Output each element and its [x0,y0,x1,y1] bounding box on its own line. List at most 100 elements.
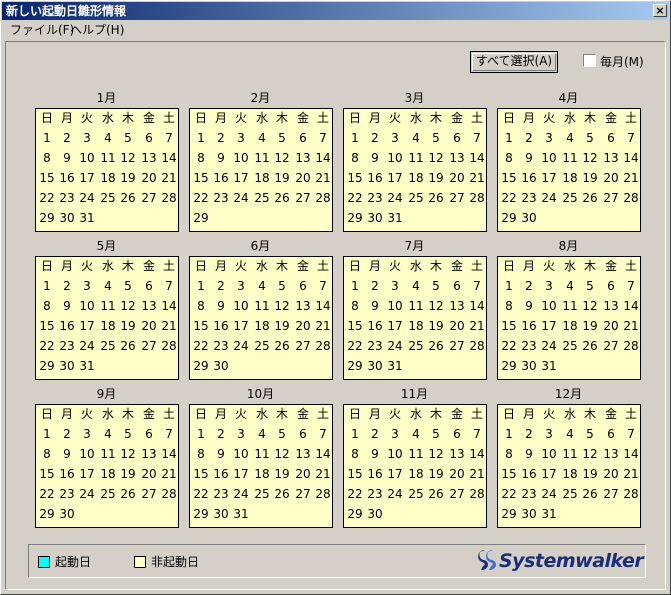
day-cell[interactable]: 14 [313,297,333,315]
weekday-header[interactable]: 火 [539,405,559,423]
day-cell[interactable]: 17 [231,465,251,483]
day-cell[interactable]: 21 [621,465,641,483]
day-cell[interactable]: 27 [293,189,313,207]
day-cell[interactable]: 4 [98,277,118,295]
day-cell[interactable]: 15 [37,317,57,335]
weekday-header[interactable]: 木 [118,257,138,275]
weekday-header[interactable]: 水 [98,405,118,423]
day-cell[interactable]: 24 [231,337,251,355]
day-cell[interactable]: 23 [519,337,539,355]
day-cell[interactable]: 10 [385,445,405,463]
day-cell[interactable]: 17 [385,317,405,335]
day-cell[interactable]: 5 [580,425,600,443]
weekday-header[interactable]: 日 [345,257,365,275]
day-cell[interactable]: 7 [467,129,487,147]
day-cell[interactable]: 21 [313,465,333,483]
weekday-header[interactable]: 金 [293,257,313,275]
day-cell[interactable]: 2 [365,129,385,147]
day-cell[interactable]: 28 [159,485,179,503]
weekday-header[interactable]: 火 [539,109,559,127]
day-cell[interactable]: 26 [426,485,446,503]
weekday-header[interactable]: 日 [37,109,57,127]
day-cell[interactable]: 3 [77,277,97,295]
day-cell[interactable]: 29 [191,357,211,375]
day-cell[interactable]: 30 [365,505,385,523]
day-cell[interactable]: 6 [293,425,313,443]
day-cell[interactable]: 20 [139,169,159,187]
day-cell[interactable]: 15 [37,465,57,483]
day-cell[interactable]: 3 [77,129,97,147]
weekday-header[interactable]: 火 [77,257,97,275]
day-cell[interactable]: 3 [539,277,559,295]
weekday-header[interactable]: 水 [560,405,580,423]
weekday-header[interactable]: 土 [467,109,487,127]
day-cell[interactable]: 14 [467,445,487,463]
day-cell[interactable]: 27 [139,189,159,207]
day-cell[interactable]: 3 [231,425,251,443]
day-cell[interactable]: 20 [447,317,467,335]
day-cell[interactable]: 28 [621,485,641,503]
day-cell[interactable]: 28 [467,189,487,207]
day-cell[interactable]: 12 [118,149,138,167]
day-cell[interactable]: 18 [98,317,118,335]
day-cell[interactable]: 17 [77,317,97,335]
day-cell[interactable]: 24 [77,337,97,355]
day-cell[interactable]: 8 [345,297,365,315]
weekday-header[interactable]: 木 [272,109,292,127]
day-cell[interactable]: 29 [499,505,519,523]
day-cell[interactable]: 27 [139,485,159,503]
day-cell[interactable]: 22 [345,485,365,503]
day-cell[interactable]: 8 [191,297,211,315]
weekday-header[interactable]: 日 [37,257,57,275]
day-cell[interactable]: 8 [499,445,519,463]
day-cell[interactable]: 3 [231,277,251,295]
day-cell[interactable]: 6 [139,425,159,443]
weekday-header[interactable]: 土 [621,109,641,127]
day-cell[interactable]: 28 [467,485,487,503]
weekday-header[interactable]: 日 [191,109,211,127]
weekday-header[interactable]: 金 [601,405,621,423]
day-cell[interactable]: 19 [118,169,138,187]
day-cell[interactable]: 9 [57,297,77,315]
day-cell[interactable]: 20 [293,465,313,483]
day-cell[interactable]: 23 [57,485,77,503]
day-cell[interactable]: 25 [98,485,118,503]
day-cell[interactable]: 25 [406,337,426,355]
day-cell[interactable]: 7 [621,277,641,295]
day-cell[interactable]: 5 [426,129,446,147]
weekday-header[interactable]: 日 [345,405,365,423]
day-cell[interactable]: 2 [57,277,77,295]
day-cell[interactable]: 21 [313,317,333,335]
day-cell[interactable]: 22 [191,485,211,503]
menu-help[interactable]: ヘルプ(H) [68,22,126,38]
day-cell[interactable]: 16 [365,169,385,187]
weekday-header[interactable]: 木 [118,405,138,423]
day-cell[interactable]: 14 [159,297,179,315]
day-cell[interactable]: 13 [139,297,159,315]
day-cell[interactable]: 17 [77,465,97,483]
day-cell[interactable]: 26 [272,485,292,503]
day-cell[interactable]: 26 [118,189,138,207]
day-cell[interactable]: 20 [139,465,159,483]
weekday-header[interactable]: 火 [385,109,405,127]
day-cell[interactable]: 7 [467,425,487,443]
day-cell[interactable]: 27 [447,189,467,207]
day-cell[interactable]: 12 [426,445,446,463]
day-cell[interactable]: 19 [426,169,446,187]
day-cell[interactable]: 25 [560,485,580,503]
day-cell[interactable]: 13 [293,445,313,463]
day-cell[interactable]: 11 [406,297,426,315]
day-cell[interactable]: 1 [191,129,211,147]
day-cell[interactable]: 30 [57,357,77,375]
weekday-header[interactable]: 木 [272,257,292,275]
weekday-header[interactable]: 金 [447,257,467,275]
weekday-header[interactable]: 金 [447,109,467,127]
day-cell[interactable]: 10 [231,445,251,463]
day-cell[interactable]: 7 [621,425,641,443]
day-cell[interactable]: 5 [272,425,292,443]
day-cell[interactable]: 24 [231,189,251,207]
day-cell[interactable]: 7 [159,129,179,147]
weekday-header[interactable]: 土 [621,405,641,423]
day-cell[interactable]: 25 [560,189,580,207]
weekday-header[interactable]: 日 [37,405,57,423]
